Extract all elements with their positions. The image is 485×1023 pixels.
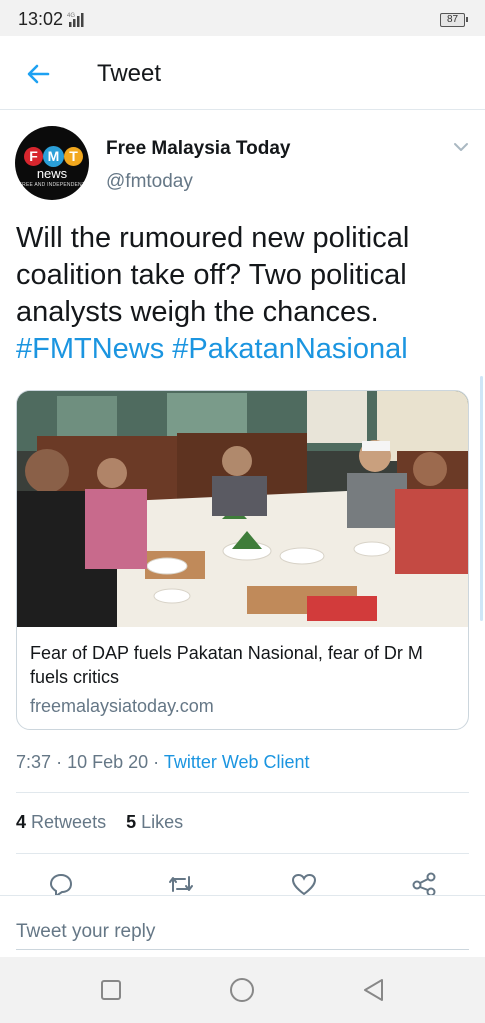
battery-icon: 87 (440, 13, 468, 27)
divider (16, 792, 469, 793)
tweet-text: Will the rumoured new political coalitio… (16, 220, 471, 368)
divider (16, 853, 469, 854)
card-image (17, 391, 468, 627)
hashtag-pakatannasional[interactable]: #PakatanNasional (172, 333, 407, 365)
reply-input[interactable] (16, 914, 469, 950)
tweet-client-link[interactable]: Twitter Web Client (164, 752, 310, 772)
tweet-text-line: coalition take off? Two political (16, 259, 407, 291)
like-icon[interactable] (290, 871, 318, 897)
meta-separator: · (56, 752, 63, 772)
logo-letter-f: F (24, 147, 43, 166)
reply-icon[interactable] (47, 871, 75, 897)
svg-text:4G: 4G (67, 13, 75, 19)
triangle-back-icon[interactable] (361, 977, 387, 1003)
likes-count: 5 (126, 812, 137, 832)
tweet-meta: 7:37 · 10 Feb 20 · Twitter Web Client (16, 752, 310, 773)
reply-bar (0, 895, 485, 957)
logo-tagline: FREE AND INDEPENDENT (18, 182, 86, 188)
system-nav-bar (0, 957, 485, 1023)
author-name[interactable]: Free Malaysia Today (106, 138, 290, 160)
tweet-stats: 4 Retweets 5 Likes (16, 812, 183, 833)
logo-letter-m: M (43, 146, 64, 167)
chevron-down-icon[interactable] (452, 140, 470, 154)
retweet-icon[interactable] (167, 871, 195, 897)
tweet-time: 7:37 (16, 752, 52, 772)
logo-word: news (36, 166, 68, 181)
square-icon[interactable] (98, 977, 124, 1003)
status-bar: 13:02 4G 87 (0, 0, 485, 36)
retweets-label: Retweets (31, 812, 107, 832)
card-domain: freemalaysiatoday.com (30, 696, 214, 716)
likes-label: Likes (141, 812, 184, 832)
back-arrow-icon[interactable] (22, 58, 54, 90)
scrollbar[interactable] (480, 376, 483, 621)
signal-icon: 4G (67, 13, 84, 27)
tweet-date: 10 Feb 20 (67, 752, 149, 772)
logo-letter-t: T (64, 147, 83, 166)
retweets-count: 4 (16, 812, 27, 832)
link-card[interactable]: Fear of DAP fuels Pakatan Nasional, fear… (16, 390, 469, 730)
card-title: Fear of DAP fuels Pakatan Nasional, fear… (30, 643, 423, 687)
share-icon[interactable] (410, 871, 438, 897)
tweet-text-line: Will the rumoured new political (16, 222, 410, 254)
hashtag-fmtnews[interactable]: #FMTNews (16, 333, 164, 365)
retweets-stat[interactable]: 4 Retweets (16, 812, 106, 832)
page-title: Tweet (97, 60, 162, 87)
circle-icon[interactable] (229, 977, 255, 1003)
likes-stat[interactable]: 5 Likes (126, 812, 183, 832)
avatar[interactable]: F M T news FREE AND INDEPENDENT (15, 126, 89, 200)
header: Tweet (0, 36, 485, 110)
meta-separator: · (153, 752, 160, 772)
author-handle[interactable]: @fmtoday (106, 171, 193, 193)
status-time: 13:02 (18, 9, 64, 29)
tweet-text-line: analysts weigh the chances. (16, 296, 379, 328)
